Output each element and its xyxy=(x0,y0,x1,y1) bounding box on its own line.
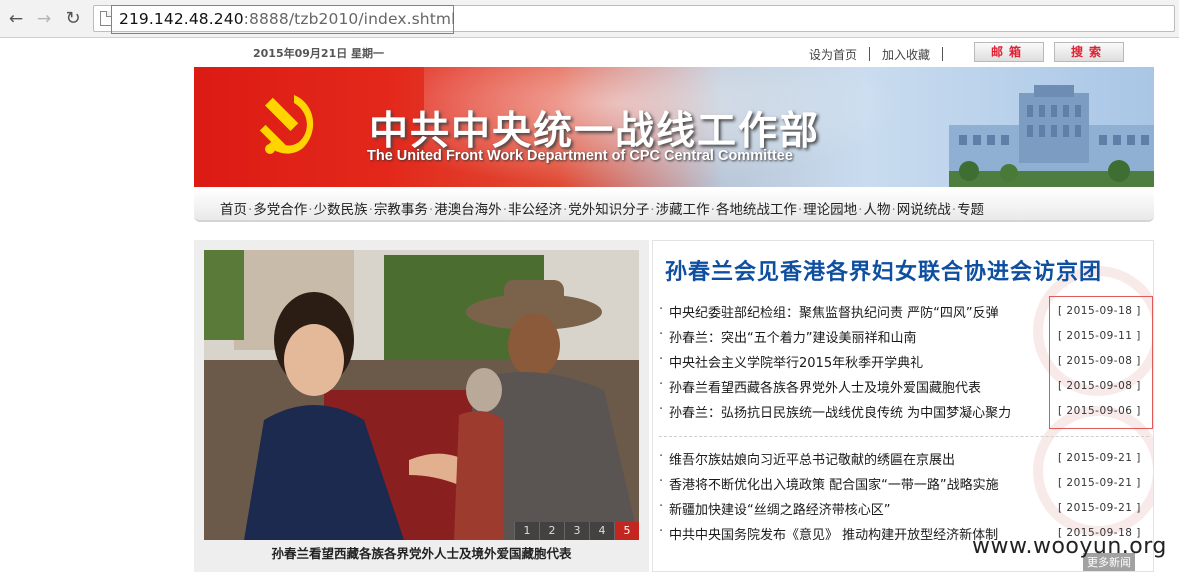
party-emblem-icon xyxy=(259,95,314,154)
nav-separator: · xyxy=(502,202,507,218)
news-item[interactable]: 维吾尔族姑娘向习近平总书记敬献的绣匾在京展出 [ 2015-09-21 ] xyxy=(653,447,1153,472)
list-divider xyxy=(659,436,1149,437)
nav-item[interactable]: 专题 xyxy=(957,198,984,218)
pager-button[interactable]: 5 xyxy=(614,522,639,540)
nav-separator: · xyxy=(248,202,253,218)
search-button[interactable]: 搜索 xyxy=(1054,42,1124,62)
news-date: [ 2015-09-21 ] xyxy=(1058,477,1141,489)
nav-item[interactable]: 理论园地 xyxy=(803,198,857,218)
banner-subtitle: The United Front Work Department of CPC … xyxy=(367,148,793,164)
pager-button[interactable]: 1 xyxy=(514,522,539,540)
url-text[interactable]: 219.142.48.240:8888/tzb2010/index.shtml xyxy=(119,10,456,28)
news-headline[interactable]: 孙春兰会见香港各界妇女联合协进会访京团 xyxy=(665,254,1102,286)
browser-toolbar: ← → ↻ 219.142.48.240:8888/tzb2010/index.… xyxy=(0,0,1179,38)
news-title[interactable]: 香港将不断优化出入境政策 配合国家“一带一路”战略实施 xyxy=(659,474,999,493)
site-banner: 中共中央统一战线工作部 The United Front Work Depart… xyxy=(194,67,1154,187)
forward-arrow-icon[interactable]: → xyxy=(34,9,54,29)
url-host: 219.142.48.240 xyxy=(119,10,244,28)
top-links: 设为首页 加入收藏 xyxy=(809,46,955,63)
nav-separator: · xyxy=(650,202,655,218)
nav-separator: · xyxy=(891,202,896,218)
nav-item[interactable]: 党外知识分子 xyxy=(568,198,649,218)
photo-caption[interactable]: 孙春兰看望西藏各族各界党外人士及境外爱国藏胞代表 xyxy=(194,543,649,562)
photo-pager: 12345 xyxy=(514,522,639,540)
pager-button[interactable]: 3 xyxy=(564,522,589,540)
watermark-text: www.wooyun.org xyxy=(972,534,1167,559)
news-item[interactable]: 新疆加快建设“丝绸之路经济带核心区” [ 2015-09-21 ] xyxy=(653,497,1153,522)
building-illustration xyxy=(949,85,1154,187)
nav-item[interactable]: 涉藏工作 xyxy=(656,198,710,218)
news-item[interactable]: 香港将不断优化出入境政策 配合国家“一带一路”战略实施 [ 2015-09-21 … xyxy=(653,472,1153,497)
divider xyxy=(942,47,944,61)
nav-item[interactable]: 人物 xyxy=(863,198,890,218)
nav-separator: · xyxy=(562,202,568,218)
nav-separator: · xyxy=(797,202,803,218)
news-list-secondary: 维吾尔族姑娘向习近平总书记敬献的绣匾在京展出[ 2015-09-21 ]香港将不… xyxy=(653,447,1153,547)
reload-icon[interactable]: ↻ xyxy=(63,9,83,29)
nav-separator: · xyxy=(368,202,373,218)
photo-scene xyxy=(204,250,639,540)
news-title[interactable]: 中央社会主义学院举行2015年秋季开学典礼 xyxy=(659,352,923,371)
news-title[interactable]: 孙春兰看望西藏各族各界党外人士及境外爱国藏胞代表 xyxy=(659,377,981,396)
current-date: 2015年09月21日 星期一 xyxy=(253,47,385,60)
news-date: [ 2015-09-21 ] xyxy=(1058,502,1141,514)
feature-photo-panel: 12345 孙春兰看望西藏各族各界党外人士及境外爱国藏胞代表 xyxy=(194,240,649,572)
set-home-link[interactable]: 设为首页 xyxy=(809,46,857,63)
news-title[interactable]: 维吾尔族姑娘向习近平总书记敬献的绣匾在京展出 xyxy=(659,449,955,468)
back-arrow-icon[interactable]: ← xyxy=(6,9,26,29)
site-topbar: 2015年09月21日 星期一 设为首页 加入收藏 邮箱 搜索 xyxy=(194,40,1154,66)
news-title[interactable]: 孙春兰：突出“五个着力”建设美丽祥和山南 xyxy=(659,327,917,346)
date-highlight-box xyxy=(1049,296,1153,429)
nav-separator: · xyxy=(308,202,313,218)
main-navigation: 首页·多党合作·少数民族·宗教事务·港澳台海外·非公经济·党外知识分子·涉藏工作… xyxy=(194,190,1154,222)
nav-item[interactable]: 各地统战工作 xyxy=(716,198,797,218)
news-date: [ 2015-09-21 ] xyxy=(1058,452,1141,464)
news-title[interactable]: 中央纪委驻部纪检组：聚焦监督执纪问责 严防“四风”反弹 xyxy=(659,302,999,321)
nav-separator: · xyxy=(858,202,863,218)
news-panel: 孙春兰会见香港各界妇女联合协进会访京团 中央纪委驻部纪检组：聚焦监督执纪问责 严… xyxy=(652,240,1154,572)
url-path: :8888/tzb2010/index.shtml xyxy=(243,10,456,28)
add-favorite-link[interactable]: 加入收藏 xyxy=(882,46,930,63)
pager-button[interactable]: 4 xyxy=(589,522,614,540)
mail-button[interactable]: 邮箱 xyxy=(974,42,1044,62)
nav-item[interactable]: 少数民族 xyxy=(314,198,368,218)
nav-separator: · xyxy=(428,202,434,218)
news-title[interactable]: 中共中央国务院发布《意见》 推动构建开放型经济新体制 xyxy=(659,524,998,543)
address-bar[interactable]: 219.142.48.240:8888/tzb2010/index.shtml xyxy=(93,5,1175,34)
nav-separator: · xyxy=(951,202,957,218)
nav-item[interactable]: 网说统战 xyxy=(897,198,951,218)
nav-item[interactable]: 首页 xyxy=(220,198,247,218)
nav-item[interactable]: 多党合作 xyxy=(253,198,307,218)
feature-photo[interactable]: 12345 xyxy=(204,250,639,540)
news-title[interactable]: 孙春兰：弘扬抗日民族统一战线优良传统 为中国梦凝心聚力 xyxy=(659,402,1011,421)
pager-button[interactable]: 2 xyxy=(539,522,564,540)
nav-separator: · xyxy=(710,202,715,218)
divider xyxy=(869,47,871,61)
nav-item[interactable]: 港澳台海外 xyxy=(434,198,502,218)
news-title[interactable]: 新疆加快建设“丝绸之路经济带核心区” xyxy=(659,499,891,518)
nav-item[interactable]: 非公经济 xyxy=(508,198,562,218)
nav-item[interactable]: 宗教事务 xyxy=(374,198,428,218)
